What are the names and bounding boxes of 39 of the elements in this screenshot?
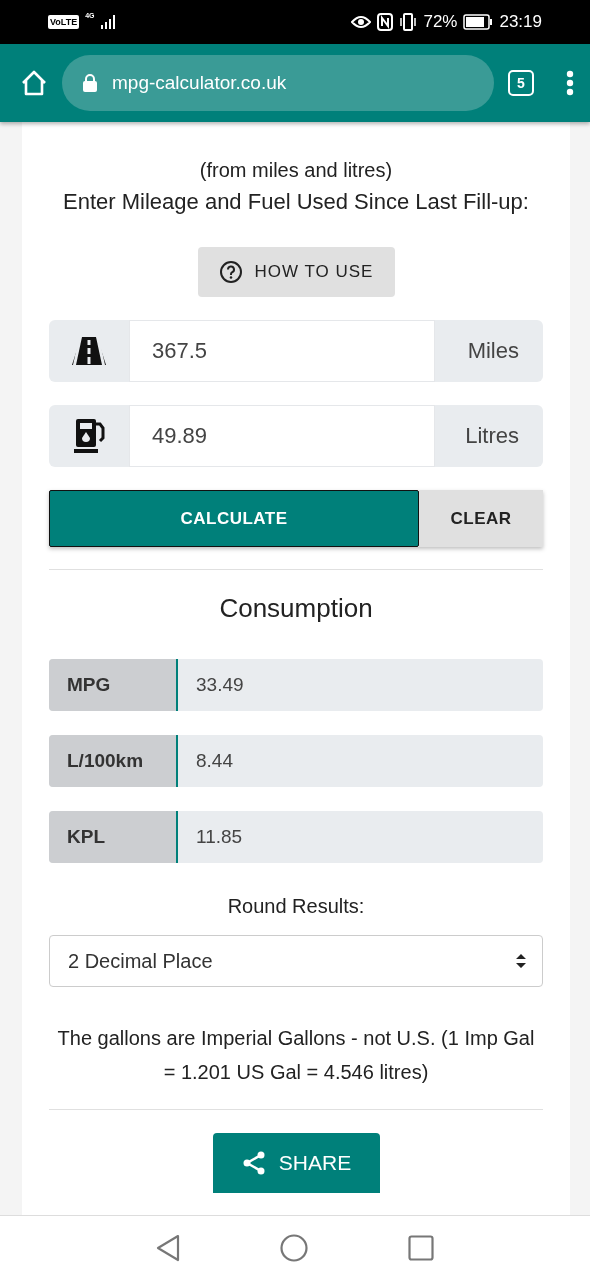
fuel-pump-icon [73,418,105,454]
signal-icon [100,14,117,30]
battery-percent: 72% [423,12,458,32]
result-value: 11.85 [195,825,243,849]
volte-badge: VoLTE [48,15,80,29]
results-heading: Consumption [219,592,373,625]
vibrate-icon [399,13,418,31]
calculate-button[interactable]: CALCULATE [49,490,419,547]
nfc-icon [377,13,394,31]
eye-icon [351,15,372,29]
recents-icon[interactable] [408,1235,434,1261]
rounding-dropdown[interactable]: 2 Decimal Place [49,935,543,987]
subtitle: (from miles and litres) [199,158,393,183]
tab-count[interactable]: 5 [508,70,534,96]
clock-time: 23:19 [499,12,542,32]
unit-label: Miles [466,337,520,365]
help-button[interactable]: HOW TO USE [197,247,395,297]
input-field[interactable]: 49.89 [129,405,435,467]
result-value: 33.49 [195,673,244,697]
road-icon [72,337,106,365]
battery-icon [463,14,494,30]
back-icon[interactable] [156,1234,180,1262]
lock-icon [82,73,98,93]
instruction-text: Enter Mileage and Fuel Used Since Last Fill-up: [62,188,530,216]
result-label: KPL [49,811,178,863]
gallon-note: The gallons are Imperial Gallons - not U.S. (1 Imp Gal = 1.201 US Gal = 4.546 litres) [56,1026,536,1085]
clear-button[interactable]: CLEAR [419,490,543,547]
round-label: Round Results: [227,894,365,919]
input-field[interactable]: 367.5 [129,320,435,382]
help-icon [218,260,243,284]
menu-icon[interactable] [566,70,574,96]
result-label: L/100km [49,735,178,787]
unit-label: Litres [464,422,520,450]
share-button[interactable]: SHARE [212,1133,380,1193]
result-value: 8.44 [195,749,233,773]
sort-arrows-icon [516,954,526,968]
url-text: mpg-calculator.co.uk [112,72,287,94]
home-icon[interactable] [280,1234,308,1262]
result-label: MPG [49,659,178,711]
